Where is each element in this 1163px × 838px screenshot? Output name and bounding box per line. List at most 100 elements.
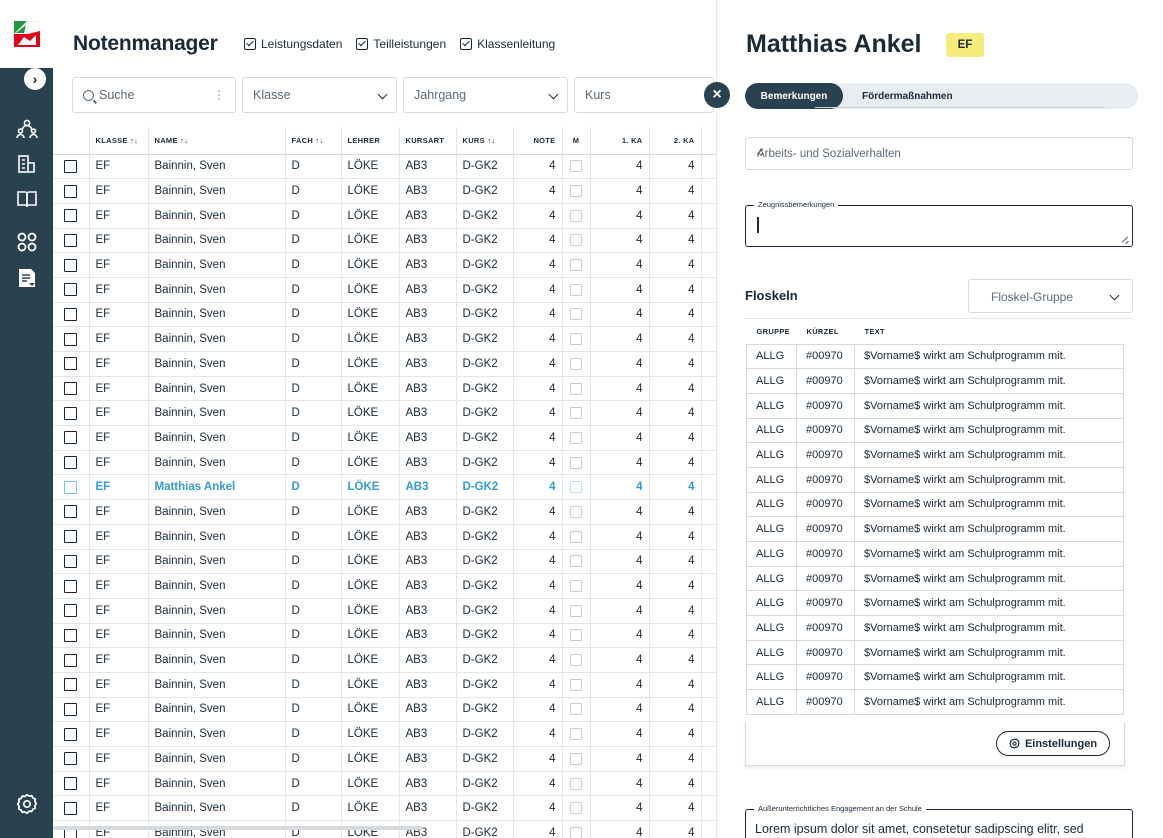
floskel-row[interactable]: ALLG #00970 $Vorname$ wirkt am Schulprogra…	[746, 417, 1124, 444]
mahnung-checkbox[interactable]	[570, 259, 582, 272]
cell-ka1[interactable]: 4	[590, 697, 650, 723]
row-checkbox[interactable]	[64, 752, 78, 766]
row-checkbox[interactable]	[64, 184, 78, 198]
row-select-cell[interactable]	[53, 326, 90, 352]
cell-ka2[interactable]: 4	[649, 697, 702, 723]
cell-ka1[interactable]: 4	[590, 277, 650, 303]
cell-mahnung[interactable]	[562, 351, 591, 377]
header-klasse[interactable]: KLASSE ↑↓	[89, 127, 149, 155]
row-select-cell[interactable]	[53, 549, 90, 575]
cell-note[interactable]: 4	[513, 450, 563, 476]
row-select-cell[interactable]	[53, 351, 90, 377]
cell-mahnung[interactable]	[562, 647, 591, 673]
cell-mahnung[interactable]	[562, 746, 591, 772]
cell-note[interactable]: 4	[513, 524, 563, 550]
mahnung-checkbox[interactable]	[570, 629, 582, 642]
cell-ka2[interactable]: 4	[649, 178, 702, 204]
search-input[interactable]: Suche ⋮	[72, 77, 236, 113]
row-checkbox[interactable]	[64, 777, 78, 791]
table-row[interactable]: EF Bainnin, Sven D LÖKE AB3 D-GK2 4 4 4	[53, 178, 716, 204]
close-panel-button[interactable]: ×	[704, 82, 730, 108]
cell-note[interactable]: 4	[513, 178, 563, 204]
mahnung-checkbox[interactable]	[570, 357, 582, 370]
mahnung-checkbox[interactable]	[570, 530, 582, 543]
cell-ka2[interactable]: 4	[649, 647, 702, 673]
cell-ka1[interactable]: 4	[590, 425, 650, 451]
row-checkbox[interactable]	[64, 480, 78, 494]
mahnung-checkbox[interactable]	[570, 160, 582, 173]
cell-ka1[interactable]: 4	[590, 252, 650, 278]
cell-ka2[interactable]: 4	[649, 771, 702, 797]
mahnung-checkbox[interactable]	[570, 752, 582, 765]
floskel-row[interactable]: ALLG #00970 $Vorname$ wirkt am Schulprogra…	[746, 615, 1124, 641]
table-row[interactable]: EF Bainnin, Sven D LÖKE AB3 D-GK2 4 4 4	[53, 499, 716, 525]
row-select-cell[interactable]	[53, 598, 90, 624]
mahnung-checkbox[interactable]	[570, 703, 582, 716]
mahnung-checkbox[interactable]	[570, 555, 582, 568]
cell-ka1[interactable]: 4	[590, 795, 650, 822]
row-select-cell[interactable]	[53, 425, 90, 451]
row-select-cell[interactable]	[53, 623, 90, 649]
cell-ka1[interactable]: 4	[590, 746, 650, 772]
table-row[interactable]: EF Bainnin, Sven D LÖKE AB3 D-GK2 4 4 4	[53, 400, 716, 427]
cell-note[interactable]: 4	[513, 203, 563, 229]
table-row[interactable]: EF Bainnin, Sven D LÖKE AB3 D-GK2 4 4 4	[53, 450, 716, 476]
cell-mahnung[interactable]	[562, 499, 591, 525]
more-vertical-icon[interactable]: ⋮	[213, 89, 225, 101]
mahnung-checkbox[interactable]	[570, 308, 582, 321]
row-select-cell[interactable]	[53, 302, 90, 328]
row-checkbox[interactable]	[64, 159, 78, 173]
row-checkbox[interactable]	[64, 307, 78, 321]
row-checkbox[interactable]	[64, 406, 78, 420]
table-row[interactable]: EF Bainnin, Sven D LÖKE AB3 D-GK2 4 4 4	[53, 573, 716, 599]
cell-ka2[interactable]: 4	[649, 795, 702, 822]
cell-note[interactable]: 4	[513, 351, 563, 377]
cell-mahnung[interactable]	[562, 326, 591, 352]
floskel-row[interactable]: ALLG #00970 $Vorname$ wirkt am Schulprogra…	[746, 639, 1124, 666]
row-checkbox[interactable]	[64, 332, 78, 346]
cell-ka2[interactable]: 4	[649, 252, 702, 278]
cell-mahnung[interactable]	[562, 598, 591, 624]
cell-ka1[interactable]: 4	[590, 450, 650, 476]
cell-ka2[interactable]: 4	[649, 302, 702, 328]
cell-ka1[interactable]: 4	[590, 326, 650, 352]
row-checkbox[interactable]	[64, 357, 78, 371]
row-checkbox[interactable]	[64, 554, 78, 568]
mahnung-checkbox[interactable]	[570, 456, 582, 469]
row-select-cell[interactable]	[53, 474, 90, 501]
cell-ka1[interactable]: 4	[590, 154, 650, 180]
row-select-cell[interactable]	[53, 450, 90, 476]
row-select-cell[interactable]	[53, 672, 90, 698]
cell-ka1[interactable]: 4	[590, 672, 650, 698]
cell-note[interactable]: 4	[513, 252, 563, 278]
cell-ka2[interactable]: 4	[649, 376, 702, 402]
cell-ka2[interactable]: 4	[649, 351, 702, 377]
table-row[interactable]: EF Bainnin, Sven D LÖKE AB3 D-GK2 4 4 4	[53, 746, 716, 772]
row-select-cell[interactable]	[53, 524, 90, 550]
cell-ka1[interactable]: 4	[590, 203, 650, 229]
cell-ka2[interactable]: 4	[649, 154, 702, 180]
header-fach[interactable]: FACH ↑↓	[285, 127, 342, 155]
row-checkbox[interactable]	[64, 727, 78, 741]
cell-mahnung[interactable]	[562, 771, 591, 797]
row-checkbox[interactable]	[64, 431, 78, 445]
cell-note[interactable]: 4	[513, 647, 563, 673]
cell-ka1[interactable]: 4	[590, 771, 650, 797]
mahnung-checkbox[interactable]	[570, 505, 582, 518]
table-row[interactable]: EF Bainnin, Sven D LÖKE AB3 D-GK2 4 4 4	[53, 771, 716, 797]
floskel-row[interactable]: ALLG #00970 $Vorname$ wirkt am Schulprogra…	[746, 343, 1124, 370]
row-select-cell[interactable]	[53, 228, 90, 254]
row-select-cell[interactable]	[53, 154, 90, 180]
header-name[interactable]: NAME ↑↓	[148, 127, 286, 155]
cell-ka1[interactable]: 4	[590, 598, 650, 624]
checkbox-checked-icon[interactable]	[460, 38, 473, 50]
cell-mahnung[interactable]	[562, 820, 591, 838]
mahnung-checkbox[interactable]	[570, 580, 582, 593]
row-checkbox[interactable]	[64, 678, 78, 692]
floskel-row[interactable]: ALLG #00970 $Vorname$ wirkt am Schulprogra…	[746, 689, 1124, 715]
cell-ka1[interactable]: 4	[590, 820, 650, 838]
cell-note[interactable]: 4	[513, 154, 563, 180]
mahnung-checkbox[interactable]	[570, 234, 582, 247]
cell-note[interactable]: 4	[513, 820, 563, 838]
table-row[interactable]: EF Bainnin, Sven D LÖKE AB3 D-GK2 4 4 4	[53, 154, 716, 180]
